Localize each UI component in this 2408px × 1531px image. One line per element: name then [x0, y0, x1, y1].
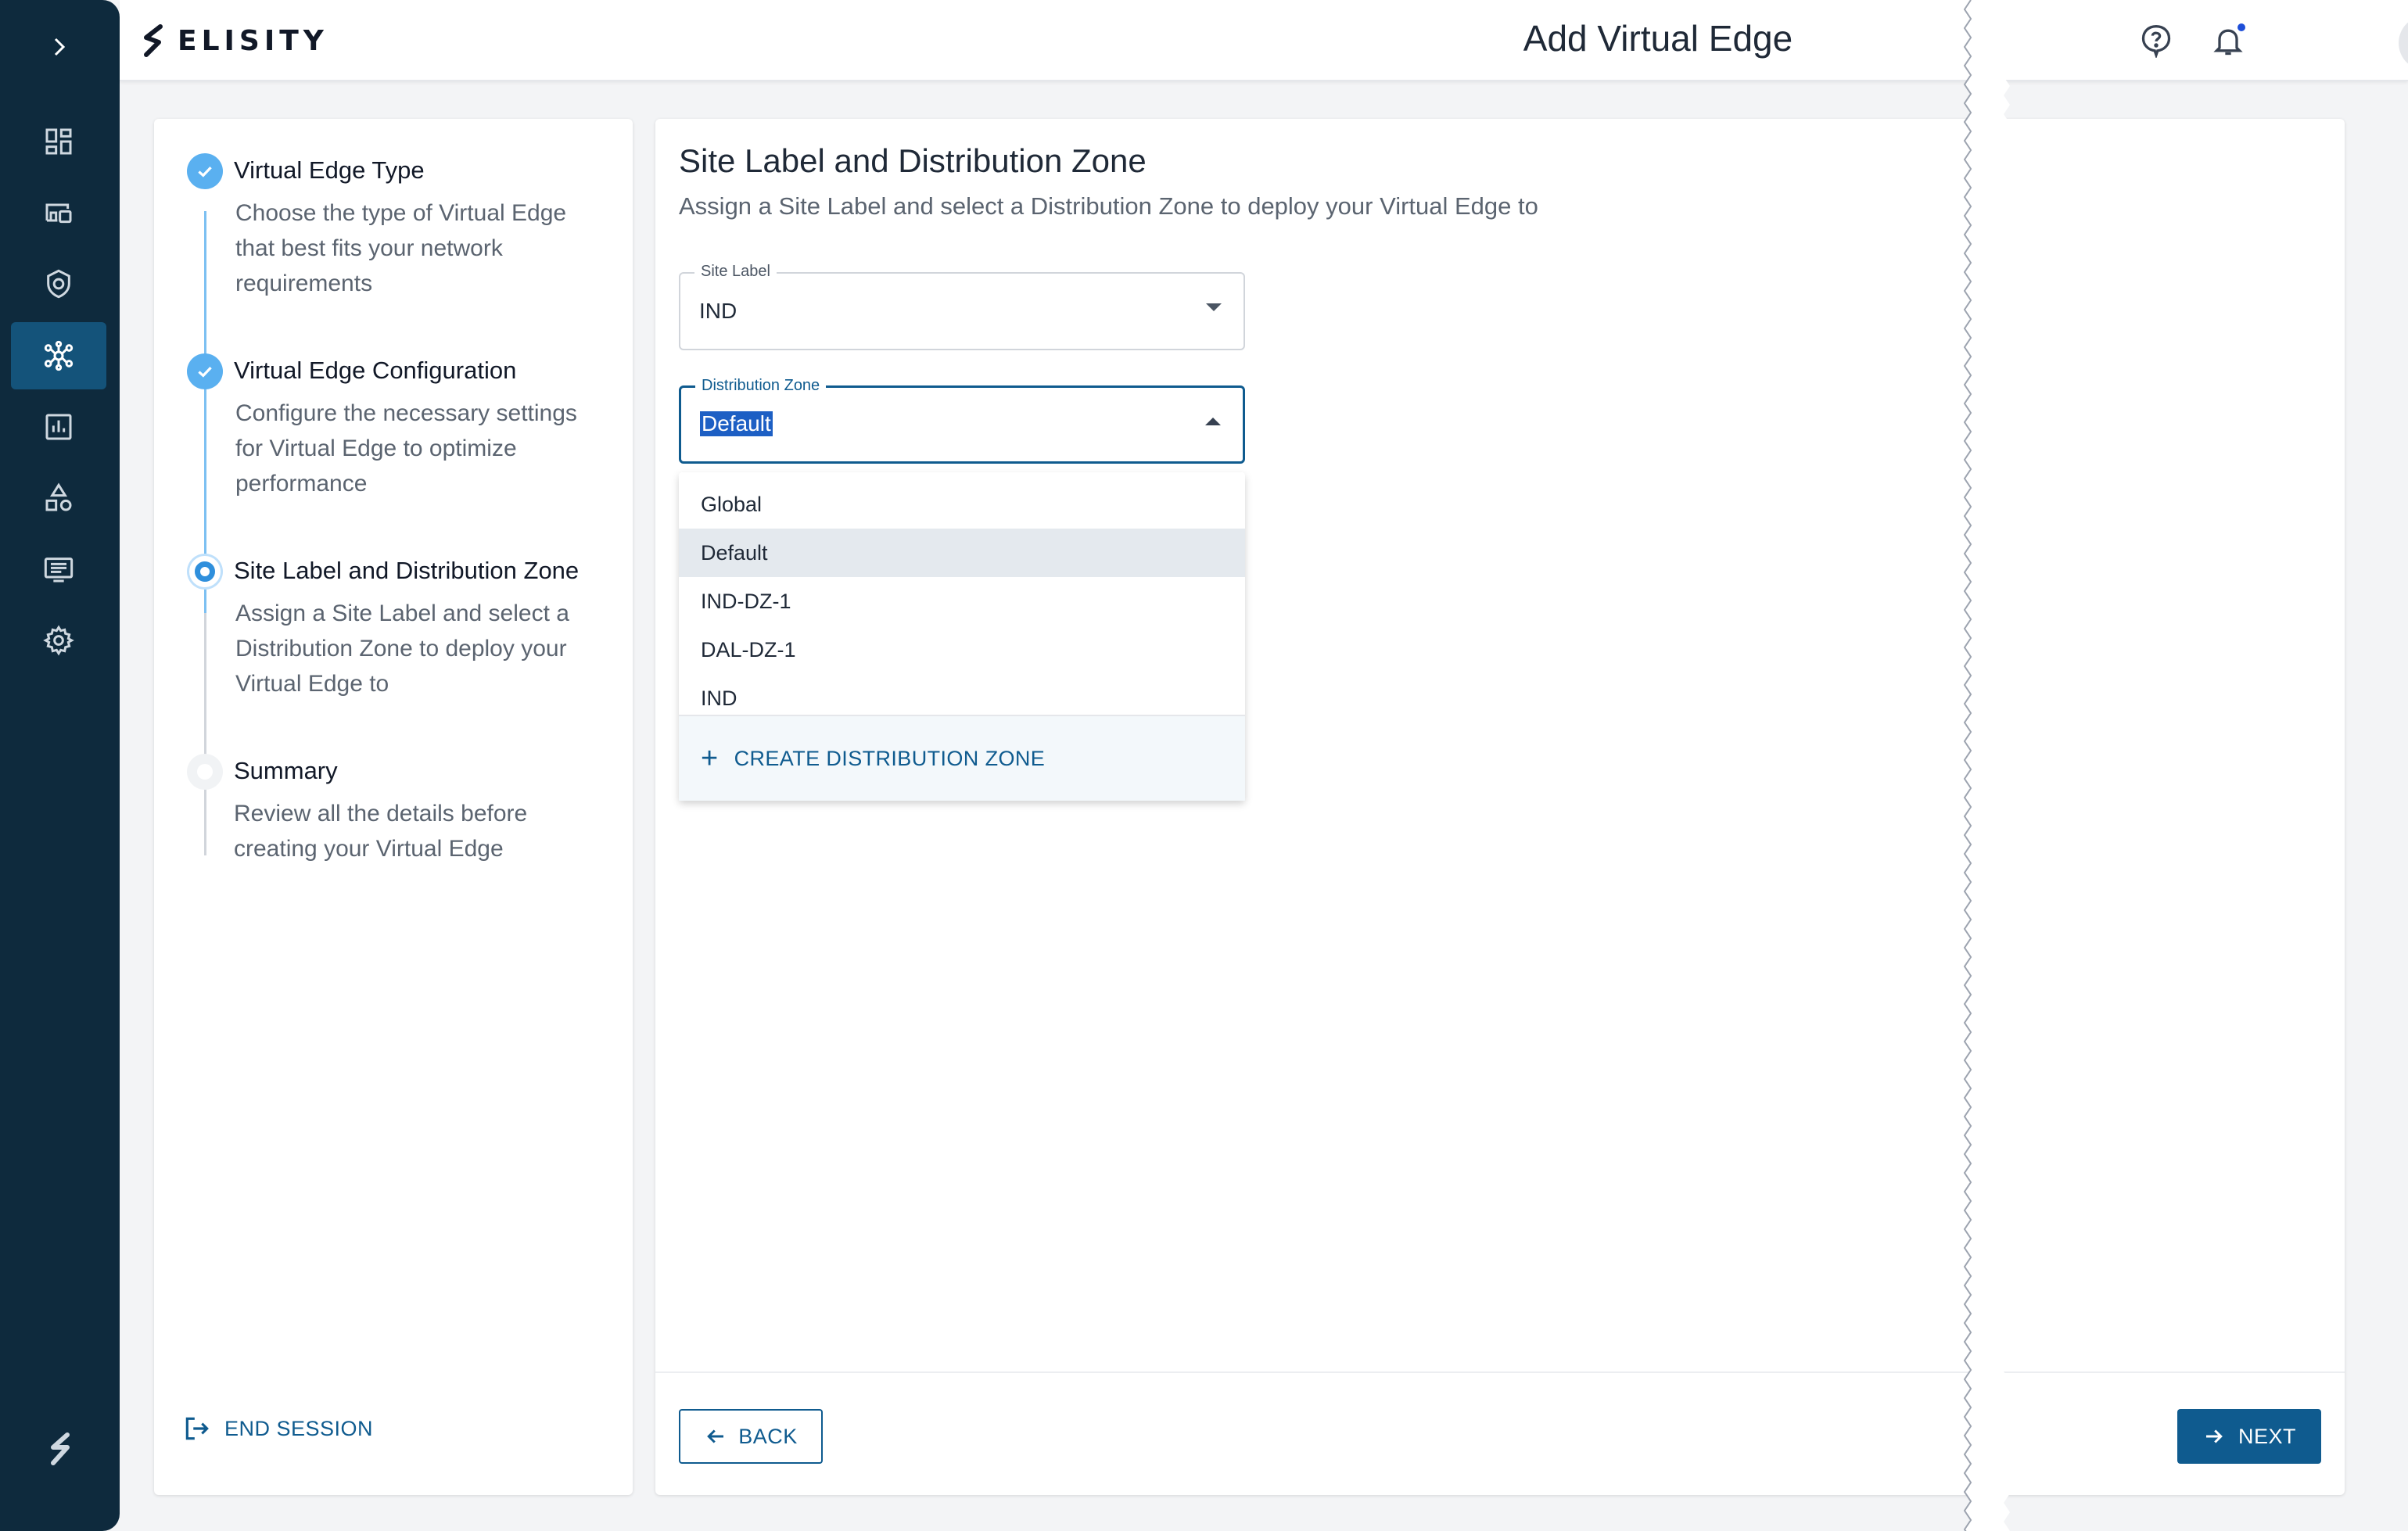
step-description: Review all the details before creating y… — [234, 801, 528, 862]
step-complete-indicator — [187, 353, 223, 389]
step-complete-indicator — [187, 153, 223, 189]
end-session-label: END SESSION — [224, 1416, 374, 1440]
main-panel: Site Label and Distribution Zone Assign … — [655, 119, 2345, 1495]
checkmark-icon — [198, 167, 212, 177]
step-title: Virtual Edge Type — [234, 156, 425, 184]
distribution-zone-select[interactable]: Distribution Zone Default — [679, 377, 1245, 464]
distribution-zone-dropdown: Global Default IND-DZ-1 DAL-DZ-1 IND + C… — [679, 472, 1245, 801]
nav-policies[interactable] — [11, 464, 106, 532]
collapse-logo-button[interactable] — [44, 1428, 75, 1472]
nav-dashboard[interactable] — [11, 108, 106, 175]
section-subheading: Assign a Site Label and select a Distrib… — [679, 192, 1538, 220]
elisity-logo-icon — [144, 24, 163, 57]
back-button[interactable]: BACK — [679, 1409, 823, 1464]
left-navigation — [0, 0, 120, 1531]
plus-icon: + — [701, 742, 719, 775]
help-button[interactable] — [2134, 19, 2178, 63]
create-distribution-zone-button[interactable]: + CREATE DISTRIBUTION ZONE — [679, 715, 1245, 801]
shapes-icon — [45, 482, 72, 511]
dropdown-arrow-icon[interactable] — [1206, 303, 1222, 311]
site-label-value: IND — [699, 299, 737, 323]
distribution-zone-field-label: Distribution Zone — [695, 377, 827, 395]
next-label: NEXT — [2238, 1424, 2296, 1448]
nav-analytics[interactable] — [11, 393, 106, 461]
elisity-mark-icon — [51, 1432, 70, 1465]
dropdown-arrow-up-icon[interactable] — [1205, 418, 1221, 425]
page-title: Add Virtual Edge — [1523, 18, 1793, 59]
step-title: Virtual Edge Configuration — [234, 357, 517, 384]
devices-icon — [45, 203, 72, 224]
nav-logs[interactable] — [11, 536, 106, 603]
logout-icon — [185, 1417, 209, 1440]
step-description: Configure the necessary settings for Vir… — [235, 400, 577, 497]
dropdown-option[interactable]: IND-DZ-1 — [679, 577, 1245, 626]
nav-network[interactable] — [11, 322, 106, 389]
create-distribution-zone-label: CREATE DISTRIBUTION ZONE — [734, 746, 1046, 770]
shield-icon — [47, 269, 70, 299]
dropdown-option[interactable]: DAL-DZ-1 — [679, 626, 1245, 674]
nav-security[interactable] — [11, 250, 106, 317]
step-description: Assign a Site Label and select a Distrib… — [235, 601, 569, 697]
back-label: BACK — [738, 1424, 798, 1448]
site-label-field-label: Site Label — [694, 263, 777, 281]
logs-icon — [44, 558, 74, 583]
brand-name: ELISITY — [178, 24, 328, 57]
expand-nav-button[interactable] — [44, 28, 75, 66]
wizard-stepper: Virtual Edge Type Choose the type of Vir… — [154, 119, 633, 1495]
step-pending-indicator — [187, 754, 223, 790]
site-label-select[interactable]: Site Label IND — [679, 263, 1245, 350]
torn-edge-divider — [1963, 0, 2010, 1531]
step-description: Choose the type of Virtual Edge that bes… — [235, 200, 567, 296]
footer-divider — [655, 1371, 2345, 1373]
nav-settings[interactable] — [11, 607, 106, 674]
section-heading: Site Label and Distribution Zone — [679, 142, 1147, 179]
step-title: Summary — [234, 757, 338, 784]
next-button[interactable]: NEXT — [2177, 1409, 2321, 1464]
checkmark-icon — [198, 367, 212, 378]
settings-gear-icon — [43, 625, 74, 656]
brand-logo[interactable]: ELISITY — [138, 22, 328, 59]
arrow-right-icon — [2205, 1429, 2223, 1443]
user-avatar[interactable] — [2399, 16, 2408, 70]
chevron-right-icon — [54, 38, 66, 56]
dropdown-option[interactable]: Global — [679, 480, 1245, 529]
analytics-icon — [45, 414, 72, 440]
end-session-button[interactable]: END SESSION — [182, 1414, 373, 1443]
step-connector — [204, 613, 206, 855]
notification-badge — [2236, 22, 2247, 33]
distribution-zone-value[interactable]: Default — [700, 411, 773, 436]
top-header: ELISITY Add Virtual Edge — [120, 0, 2408, 81]
dashboard-icon — [45, 128, 72, 155]
step-current-indicator — [187, 554, 223, 590]
dropdown-option[interactable]: Default — [679, 529, 1245, 577]
network-topology-icon — [44, 340, 74, 371]
step-title: Site Label and Distribution Zone — [234, 557, 580, 584]
help-icon — [2141, 25, 2171, 58]
arrow-left-icon — [707, 1429, 724, 1443]
notifications-button[interactable] — [2206, 19, 2250, 63]
nav-devices[interactable] — [11, 179, 106, 246]
